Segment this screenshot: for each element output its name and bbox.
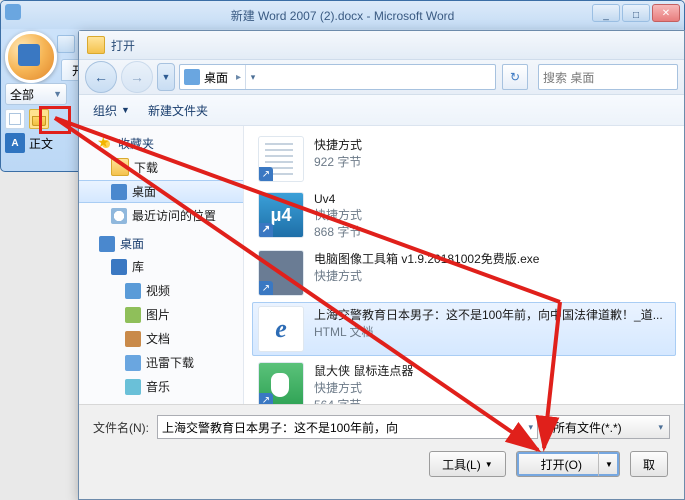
nav-recent[interactable]: 最近访问的位置 (79, 204, 243, 227)
file-icon (258, 306, 304, 352)
nav-desktop[interactable]: 桌面 (79, 180, 243, 203)
chevron-down-icon: ▼ (121, 105, 130, 115)
refresh-button[interactable]: ↻ (502, 64, 528, 90)
chevron-right-icon: ▸ (236, 72, 241, 83)
organize-button[interactable]: 组织▼ (87, 99, 136, 121)
pictures-icon (125, 307, 141, 323)
font-button[interactable]: A (5, 133, 25, 153)
file-icon: ↗ (258, 250, 304, 296)
minimize-button[interactable]: _ (592, 4, 620, 22)
nav-downloads[interactable]: 下载 (79, 155, 243, 179)
file-item[interactable]: μ4↗ Uv4快捷方式868 字节 (252, 188, 676, 244)
word-titlebar: 新建 Word 2007 (2).docx - Microsoft Word _… (1, 1, 684, 29)
nav-desktop-group[interactable]: 桌面 (79, 232, 243, 254)
video-icon (125, 283, 141, 299)
download-icon (125, 355, 141, 371)
file-name: Uv4 (314, 192, 670, 206)
address-bar[interactable]: 桌面 ▸ ▾ (179, 64, 496, 90)
up-button[interactable]: ▼ (157, 63, 175, 91)
music-icon (125, 379, 141, 395)
word-title: 新建 Word 2007 (2).docx - Microsoft Word (231, 7, 455, 24)
folder-icon (87, 36, 105, 54)
file-size: 564 字节 (314, 396, 670, 404)
file-item[interactable]: ↗ 电脑图像工具箱 v1.9.20181002免费版.exe快捷方式 (252, 246, 676, 300)
word-icon (5, 4, 21, 20)
body-text-label[interactable]: 正文 (29, 135, 53, 152)
open-dropdown[interactable]: ▼ (598, 452, 619, 476)
maximize-button[interactable]: □ (622, 4, 650, 22)
new-doc-icon[interactable] (5, 109, 25, 129)
chevron-down-icon[interactable]: ▾ (522, 422, 533, 433)
qat-save-icon[interactable] (57, 35, 75, 53)
file-filter[interactable]: 所有文件(*.*)▾ (546, 415, 670, 439)
dialog-titlebar: 打开 (79, 31, 684, 60)
file-item[interactable]: ↗ 鼠大侠 鼠标连点器快捷方式564 字节 (252, 358, 676, 404)
nav-pictures[interactable]: 图片 (79, 303, 243, 326)
desktop-icon (111, 184, 127, 200)
file-item[interactable]: 上海交警教育日本男子：这不是100年前，向中国法律道歉！_道...HTML 文档 (252, 302, 676, 356)
filename-input[interactable]: 上海交警教育日本男子：这不是100年前，向 ▾ (157, 415, 538, 439)
chevron-down-icon: ▼ (53, 89, 62, 99)
annotation-box (39, 106, 71, 134)
desktop-icon (99, 236, 115, 252)
nav-documents[interactable]: 文档 (79, 327, 243, 350)
file-size: 868 字节 (314, 223, 670, 240)
file-name: 上海交警教育日本男子：这不是100年前，向中国法律道歉！_道... (314, 306, 670, 323)
file-type: 快捷方式 (314, 206, 670, 223)
forward-button[interactable]: → (121, 61, 153, 93)
documents-icon (125, 331, 141, 347)
search-input[interactable]: 搜索 桌面 (538, 64, 678, 90)
file-icon: ↗ (258, 362, 304, 404)
open-dialog: 打开 ← → ▼ 桌面 ▸ ▾ ↻ 搜索 桌面 组织▼ 新建文件夹 收藏夹 下载 (78, 30, 685, 500)
nav-music[interactable]: 音乐 (79, 375, 243, 398)
styles-combo[interactable]: 全部▼ (5, 83, 67, 105)
file-icon: ↗ (258, 136, 304, 182)
open-button[interactable]: 打开(O) ▼ (516, 451, 620, 477)
filename-label: 文件名(N): (93, 419, 149, 436)
tools-button[interactable]: 工具(L)▼ (429, 451, 506, 477)
shortcut-badge: ↗ (259, 223, 273, 237)
shortcut-badge: ↗ (259, 167, 273, 181)
file-icon: μ4↗ (258, 192, 304, 238)
nav-video[interactable]: 视频 (79, 279, 243, 302)
nav-xunlei[interactable]: 迅雷下载 (79, 351, 243, 374)
folder-icon (111, 158, 129, 176)
file-type: HTML 文档 (314, 323, 670, 340)
file-type: 快捷方式 (314, 267, 670, 284)
nav-pane: 收藏夹 下载 桌面 最近访问的位置 桌面 库 视频 图片 文档 迅雷下载 音乐 (79, 126, 244, 404)
address-dropdown[interactable]: ▾ (245, 65, 260, 89)
star-icon (99, 137, 113, 151)
file-list: ↗快捷方式922 字节μ4↗Uv4快捷方式868 字节↗电脑图像工具箱 v1.9… (244, 126, 684, 404)
desktop-icon (184, 69, 200, 85)
shortcut-badge: ↗ (259, 281, 273, 295)
nav-favorites[interactable]: 收藏夹 (79, 132, 243, 154)
chevron-down-icon: ▼ (485, 460, 493, 469)
file-type: 快捷方式 (314, 379, 670, 396)
nav-library[interactable]: 库 (79, 255, 243, 278)
close-button[interactable]: ✕ (652, 4, 680, 22)
office-button[interactable] (5, 31, 57, 83)
file-name: 鼠大侠 鼠标连点器 (314, 362, 670, 379)
recent-icon (111, 208, 127, 224)
chevron-down-icon: ▾ (658, 422, 663, 433)
file-size: 922 字节 (314, 153, 670, 170)
file-name: 电脑图像工具箱 v1.9.20181002免费版.exe (314, 250, 670, 267)
shortcut-badge: ↗ (259, 393, 273, 404)
cancel-button[interactable]: 取 (630, 451, 668, 477)
library-icon (111, 259, 127, 275)
file-item[interactable]: ↗ 快捷方式922 字节 (252, 132, 676, 186)
file-name: 快捷方式 (314, 136, 670, 153)
back-button[interactable]: ← (85, 61, 117, 93)
new-folder-button[interactable]: 新建文件夹 (142, 99, 214, 121)
